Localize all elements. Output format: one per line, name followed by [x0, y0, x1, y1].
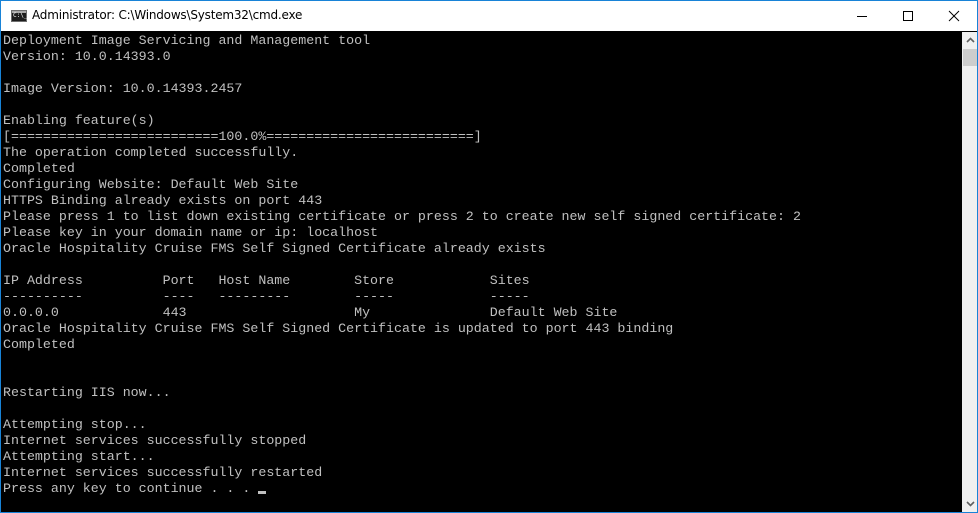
console-line: The operation completed successfully.	[3, 145, 299, 160]
scroll-down-button[interactable]	[962, 495, 977, 512]
window-title: Administrator: C:\Windows\System32\cmd.e…	[32, 8, 303, 22]
minimize-button[interactable]	[839, 1, 885, 31]
console-line: Please key in your domain name or ip: lo…	[3, 225, 379, 240]
progress-bar-line: [==========================100.0%=======…	[3, 129, 482, 144]
cmd-console-icon[interactable]	[11, 10, 27, 22]
prompt-text: Press any key to continue . . .	[3, 481, 259, 496]
title-bar[interactable]: Administrator: C:\Windows\System32\cmd.e…	[1, 1, 977, 31]
console-line: Completed	[3, 337, 75, 352]
console-line: Deployment Image Servicing and Managemen…	[3, 33, 371, 48]
console-line: Configuring Website: Default Web Site	[3, 177, 299, 192]
console-line: Enabling feature(s)	[3, 113, 155, 128]
close-icon	[948, 10, 960, 22]
chevron-down-icon	[966, 501, 975, 507]
minimize-icon	[857, 16, 867, 17]
maximize-icon	[903, 11, 913, 21]
table-separator: ---------- ---- --------- ----- -----	[3, 289, 530, 304]
scroll-thumb[interactable]	[963, 49, 977, 66]
console-line: Restarting IIS now...	[3, 385, 171, 400]
table-row: 0.0.0.0 443 My Default Web Site	[3, 305, 618, 320]
console-line: Completed	[3, 161, 75, 176]
console-line: Oracle Hospitality Cruise FMS Self Signe…	[3, 241, 546, 256]
prompt-line: Press any key to continue . . .	[3, 481, 801, 497]
console-line: HTTPS Binding already exists on port 443	[3, 193, 323, 208]
maximize-button[interactable]	[885, 1, 931, 31]
console-line: Oracle Hospitality Cruise FMS Self Signe…	[3, 321, 674, 336]
console-line: Please press 1 to list down existing cer…	[3, 209, 801, 224]
chevron-up-icon	[966, 37, 975, 43]
close-button[interactable]	[931, 1, 977, 31]
text-cursor	[258, 491, 267, 494]
console-line: Image Version: 10.0.14393.2457	[3, 81, 243, 96]
cmd-window: Administrator: C:\Windows\System32\cmd.e…	[0, 0, 978, 513]
console-line: Internet services successfully stopped	[3, 433, 307, 448]
console-line: Attempting stop...	[3, 417, 147, 432]
scroll-up-button[interactable]	[962, 32, 977, 49]
vertical-scrollbar[interactable]	[962, 32, 977, 512]
console-line: Internet services successfully restarted	[3, 465, 323, 480]
console-line: Attempting start...	[3, 449, 155, 464]
console-output[interactable]: Deployment Image Servicing and Managemen…	[1, 32, 962, 512]
console-lines: Deployment Image Servicing and Managemen…	[3, 33, 801, 497]
table-header: IP Address Port Host Name Store Sites	[3, 273, 530, 288]
console-line: Version: 10.0.14393.0	[3, 49, 171, 64]
